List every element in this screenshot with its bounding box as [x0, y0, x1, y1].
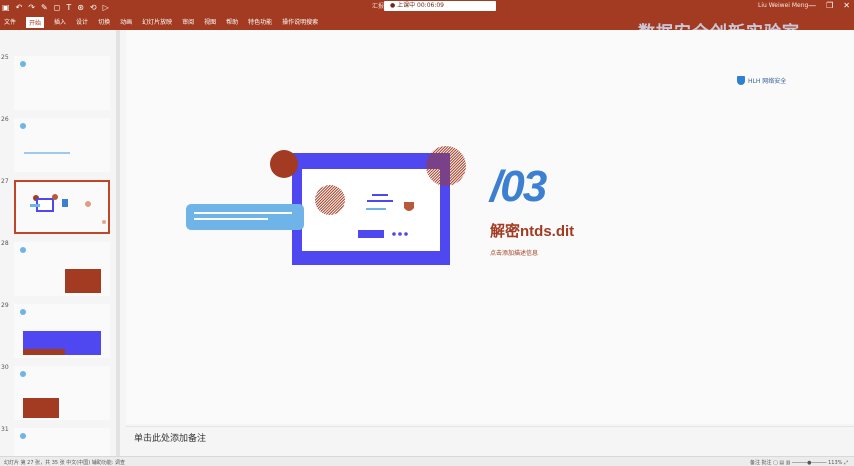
thumbnail-graphic — [30, 194, 106, 224]
section-title[interactable]: 解密ntds.dit — [490, 220, 574, 241]
tab-file[interactable]: 文件 — [4, 17, 16, 28]
quick-access-toolbar: ▣ ↶ ↷ ✎ ◻ T ⊛ ⟲ ▷ — [2, 1, 109, 14]
thumbnail-preview — [14, 118, 110, 172]
restore-icon[interactable]: ❐ — [826, 1, 833, 10]
page-button — [358, 230, 384, 238]
company-logo: HLH 网络安全 — [737, 76, 786, 85]
bullet-icon — [20, 61, 26, 67]
redo-icon[interactable]: ↷ — [28, 3, 35, 12]
tab-transitions[interactable]: 切换 — [98, 17, 110, 28]
slide-thumbnail-25[interactable]: 25 — [0, 54, 118, 112]
slide-thumbnail-26[interactable]: 26 — [0, 116, 118, 174]
notes-pane[interactable]: 单击此处添加备注 — [126, 426, 854, 456]
slide-thumbnail-31[interactable]: 31 — [0, 426, 118, 456]
save-icon[interactable]: ▣ — [2, 3, 10, 12]
status-bar: 幻灯片 第 27 张，共 35 张 中文(中国) 辅助功能: 调查 备注 批注 … — [0, 456, 854, 466]
shield-icon — [737, 76, 745, 85]
tab-home[interactable]: 开始 — [26, 17, 45, 28]
decor-circle-red — [270, 150, 298, 178]
text-icon[interactable]: T — [66, 3, 71, 12]
slide-number: 25 — [1, 54, 9, 61]
illustration — [186, 146, 466, 265]
thumbnail-block — [23, 398, 59, 418]
thumbnail-preview — [14, 428, 110, 456]
tab-features[interactable]: 特色功能 — [248, 17, 272, 28]
thumbnail-block — [65, 269, 101, 293]
minimize-icon[interactable]: — — [808, 1, 816, 10]
logo-text: HLH 网络安全 — [748, 78, 787, 85]
tab-help[interactable]: 帮助 — [226, 17, 238, 28]
bullet-icon — [20, 309, 26, 315]
account-name[interactable]: Liu Weiwei Meng — [758, 2, 808, 9]
bullet-icon — [20, 433, 26, 439]
ribbon: ▣ ↶ ↷ ✎ ◻ T ⊛ ⟲ ▷ 汇报演示-T... ● 上课中 00:06:… — [0, 0, 854, 43]
section-number: /03 — [490, 162, 547, 211]
thumbnail-preview — [14, 56, 110, 110]
tab-animations[interactable]: 动画 — [120, 17, 132, 28]
decor-circle-hatched — [426, 146, 466, 186]
tell-me-search[interactable]: 操作说明搜索 — [282, 17, 318, 28]
bullet-icon — [20, 371, 26, 377]
slide-thumbnail-29[interactable]: 29 — [0, 302, 118, 360]
close-icon[interactable]: ✕ — [843, 1, 850, 10]
slide-number: 26 — [1, 116, 9, 123]
thumbnail-preview — [14, 366, 110, 420]
tab-design[interactable]: 设计 — [76, 17, 88, 28]
thumbnail-preview — [14, 304, 110, 358]
slide-number: 30 — [1, 364, 9, 371]
slide-number: 29 — [1, 302, 9, 309]
section-subtitle[interactable]: 点击添加描述信息 — [490, 248, 538, 257]
chat-bubble — [186, 204, 304, 230]
undo-icon[interactable]: ↶ — [16, 3, 23, 12]
thumbnail-block — [23, 349, 65, 355]
thumbnail-preview-selected — [14, 180, 110, 234]
slide-thumbnail-27[interactable]: 27 — [0, 178, 118, 236]
pen-icon[interactable]: ✎ — [41, 3, 48, 12]
window-controls: — ❐ ✕ — [808, 1, 850, 10]
tab-review[interactable]: 审阅 — [182, 17, 194, 28]
tab-insert[interactable]: 插入 — [54, 17, 66, 28]
slide-thumbnail-30[interactable]: 30 — [0, 364, 118, 422]
status-right-controls[interactable]: 备注 批注 ▢ ▤ ▥ ─────●───── 113% ⤢ — [750, 459, 848, 466]
ribbon-tabs: 文件 开始 插入 设计 切换 动画 幻灯片放映 审阅 视图 帮助 特色功能 操作… — [4, 17, 318, 28]
tab-view[interactable]: 视图 — [204, 17, 216, 28]
notes-placeholder[interactable]: 单击此处添加备注 — [134, 431, 206, 444]
slide-thumbnail-pane[interactable]: 25 26 27 28 29 30 31 — [0, 30, 120, 456]
status-left-text: 幻灯片 第 27 张，共 35 张 中文(中国) 辅助功能: 调查 — [4, 460, 126, 466]
decor-circle-hatched-small — [315, 185, 345, 215]
meeting-status-field[interactable]: ● 上课中 00:06:09 — [384, 1, 496, 11]
thumbnail-preview — [14, 242, 110, 296]
slide-number: 28 — [1, 240, 9, 247]
present-icon[interactable]: ▷ — [103, 3, 109, 12]
slide-thumbnail-28[interactable]: 28 — [0, 240, 118, 298]
tab-slideshow[interactable]: 幻灯片放映 — [142, 17, 172, 28]
slide-number: 27 — [1, 178, 9, 185]
format-icon[interactable]: ⊛ — [77, 3, 84, 12]
shape-icon[interactable]: ◻ — [54, 3, 61, 12]
slide-canvas[interactable]: HLH 网络安全 /03 解密ntds.dit 点击添加描述信息 — [126, 30, 854, 424]
bullet-icon — [20, 123, 26, 129]
replay-icon[interactable]: ⟲ — [90, 3, 97, 12]
browser-dot-icon — [320, 171, 324, 175]
bullet-icon — [20, 247, 26, 253]
slide-number: 31 — [1, 426, 9, 433]
thumbnail-line — [24, 152, 70, 154]
